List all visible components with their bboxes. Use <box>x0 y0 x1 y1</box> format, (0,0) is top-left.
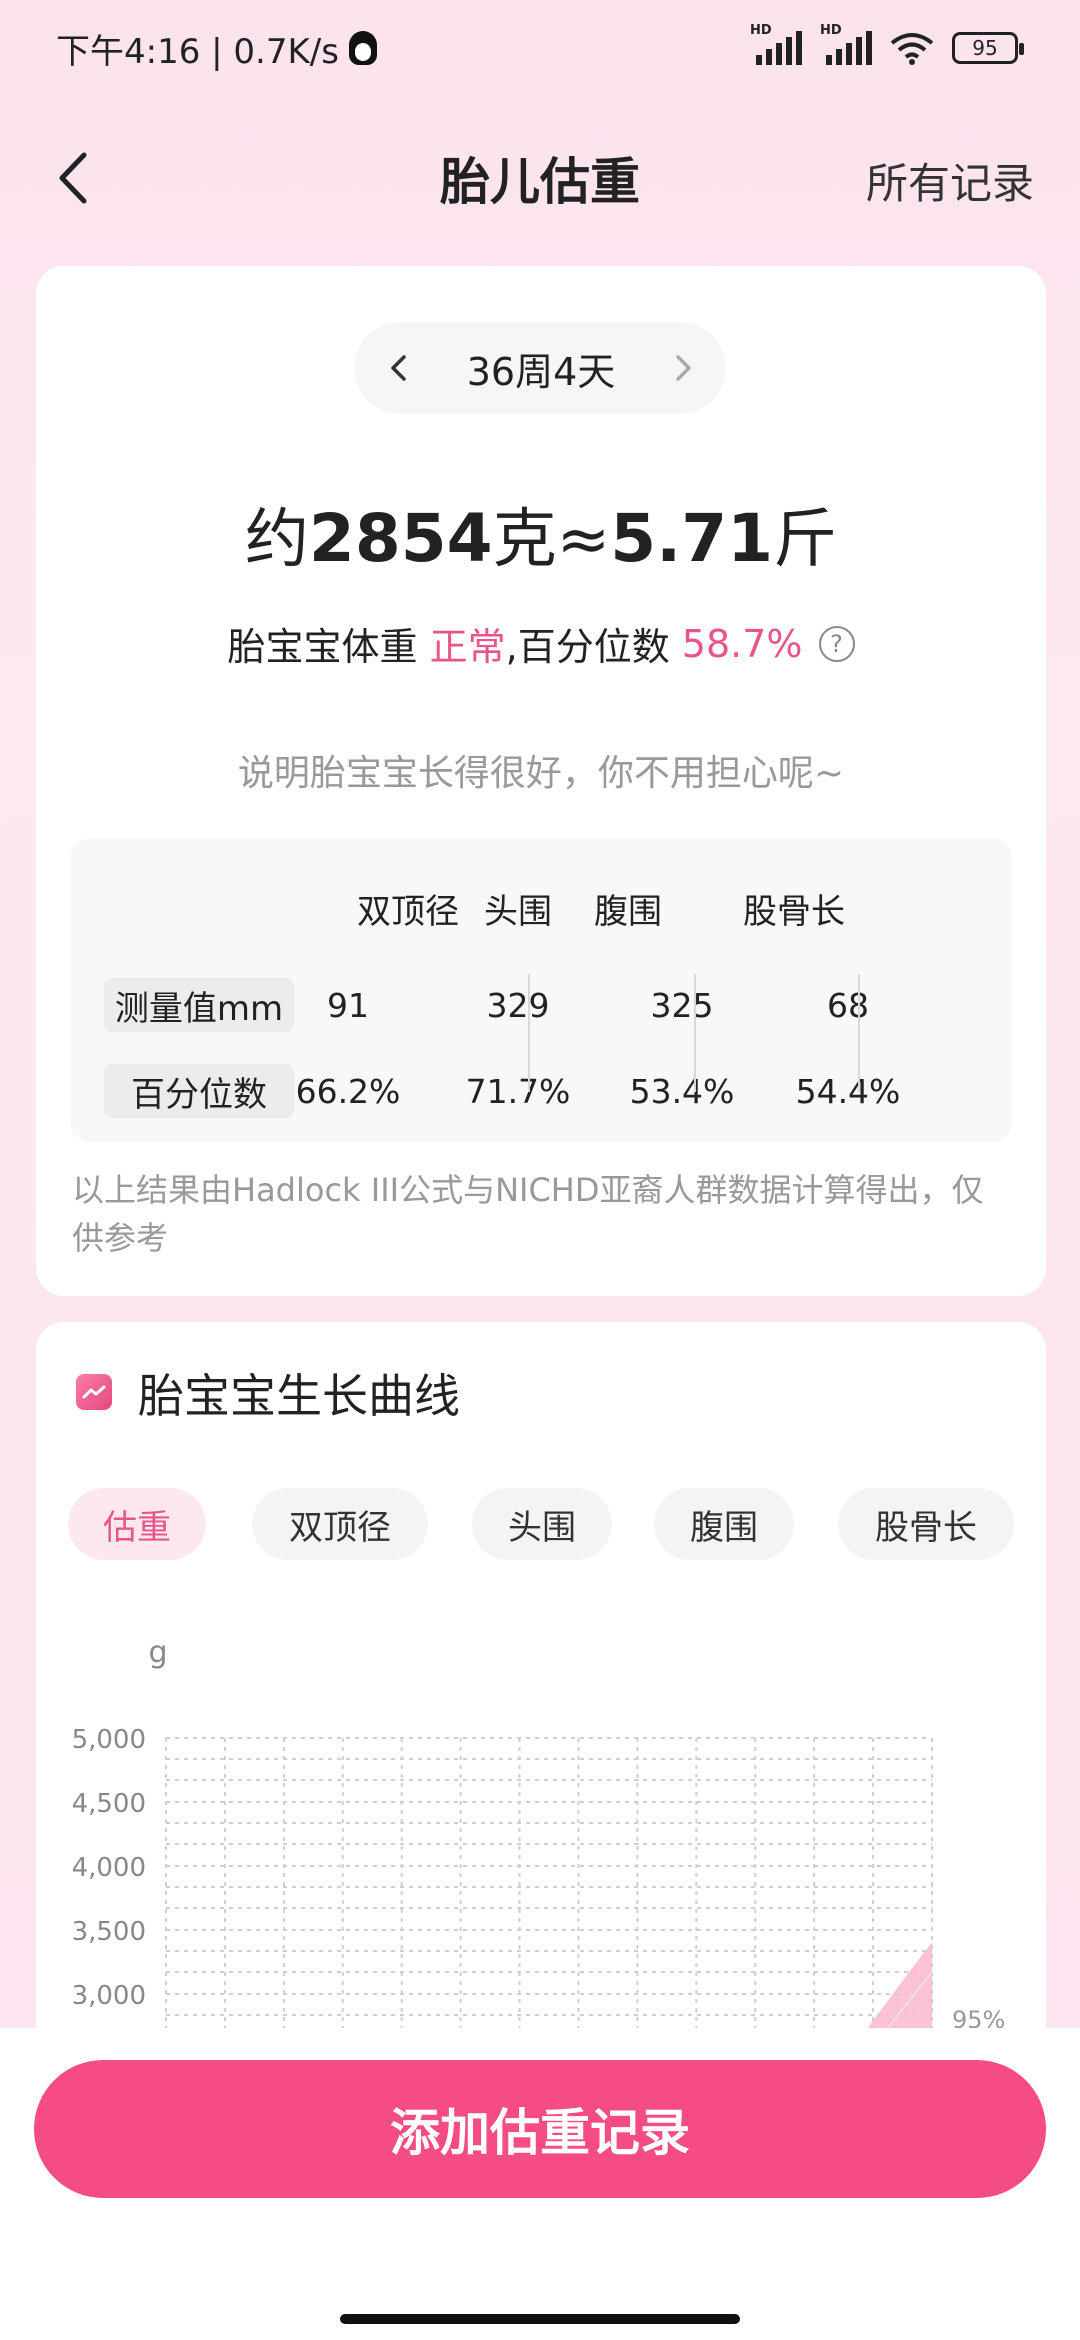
chevron-left-icon <box>59 152 87 204</box>
estimated-weight: 约2854克≈5.71斤 <box>244 500 838 577</box>
table-cell: 53.4% <box>629 1072 735 1111</box>
weight-status: 胎宝宝体重 正常 ,百分位数 58.7% ? <box>36 616 1046 671</box>
status-time: 下午4:16 | 0.7K/s <box>56 31 339 72</box>
qq-penguin-icon <box>348 31 377 65</box>
row-label: 测量值mm <box>104 978 294 1032</box>
week-label: 36周4天 <box>466 349 616 394</box>
row-label: 百分位数 <box>104 1064 294 1118</box>
summary-card: 36周4天 约2854克≈5.71斤 胎宝宝体重 正常 ,百分位数 58.7% … <box>36 266 1046 1296</box>
trend-icon <box>76 1374 112 1410</box>
status-left: 下午4:16 | 0.7K/s <box>56 24 377 73</box>
chevron-left-icon <box>391 355 406 381</box>
tab-head-circumference[interactable]: 头围 <box>472 1488 612 1560</box>
wifi-icon <box>890 33 934 65</box>
nav-bar: 胎儿估重 所有记录 <box>0 120 1080 236</box>
table-cell: 329 <box>486 986 550 1025</box>
y-tick-label: 3,000 <box>72 1981 146 2011</box>
status-value: 正常 <box>429 625 506 669</box>
table-cell: 68 <box>827 986 869 1025</box>
section-title: 胎宝宝生长曲线 <box>138 1369 460 1423</box>
measurement-table: 双顶径 头围 腹围 股骨长 测量值mm 91 329 325 68 百分位数 6… <box>70 838 1012 1142</box>
calculation-note: 以上结果由Hadlock III公式与NICHD亚裔人群数据计算得出，仅供参考 <box>72 1171 984 1257</box>
column-divider <box>858 974 860 1092</box>
all-records-link[interactable]: 所有记录 <box>866 150 1034 211</box>
bottom-bar: 添加估重记录 <box>0 2028 1080 2340</box>
column-divider <box>694 974 696 1092</box>
status-hint: 说明胎宝宝长得很好，你不用担心呢~ <box>237 753 845 794</box>
table-cell: 54.4% <box>795 1072 901 1111</box>
help-icon[interactable]: ? <box>818 625 855 662</box>
next-week-button[interactable] <box>664 348 704 388</box>
tab-abdominal-circumference[interactable]: 腹围 <box>654 1488 794 1560</box>
table-cell: 66.2% <box>295 1072 401 1111</box>
tab-femur-length[interactable]: 股骨长 <box>838 1488 1014 1560</box>
status-bar: 下午4:16 | 0.7K/s HD HD 95 <box>0 0 1080 96</box>
y-tick-label: 4,500 <box>72 1789 146 1819</box>
chevron-right-icon <box>676 355 691 381</box>
signal-icon-2: HD <box>820 23 872 65</box>
table-cell: 71.7% <box>465 1072 571 1111</box>
y-tick-label: 3,500 <box>72 1917 146 1947</box>
table-cell: 325 <box>650 986 714 1025</box>
tab-weight[interactable]: 估重 <box>68 1488 206 1560</box>
signal-icon: HD <box>750 23 802 65</box>
table-cell: 91 <box>327 986 369 1025</box>
prev-week-button[interactable] <box>378 348 418 388</box>
tab-bpd[interactable]: 双顶径 <box>252 1488 428 1560</box>
page-title: 胎儿估重 <box>440 153 640 211</box>
column-header: 股骨长 <box>743 892 845 932</box>
week-selector: 36周4天 <box>354 322 726 414</box>
y-tick-label: 4,000 <box>72 1853 146 1883</box>
column-divider <box>528 974 530 1092</box>
status-right: HD HD 95 <box>750 23 1024 65</box>
percentile-value: 58.7% <box>681 621 803 666</box>
column-header: 腹围 <box>594 892 662 932</box>
home-indicator[interactable] <box>340 2314 740 2324</box>
back-button[interactable] <box>44 150 100 206</box>
y-axis-unit: g <box>148 1635 167 1670</box>
y-tick-label: 5,000 <box>72 1725 146 1755</box>
add-weight-record-button[interactable]: 添加估重记录 <box>34 2060 1046 2198</box>
battery-icon: 95 <box>952 32 1024 64</box>
